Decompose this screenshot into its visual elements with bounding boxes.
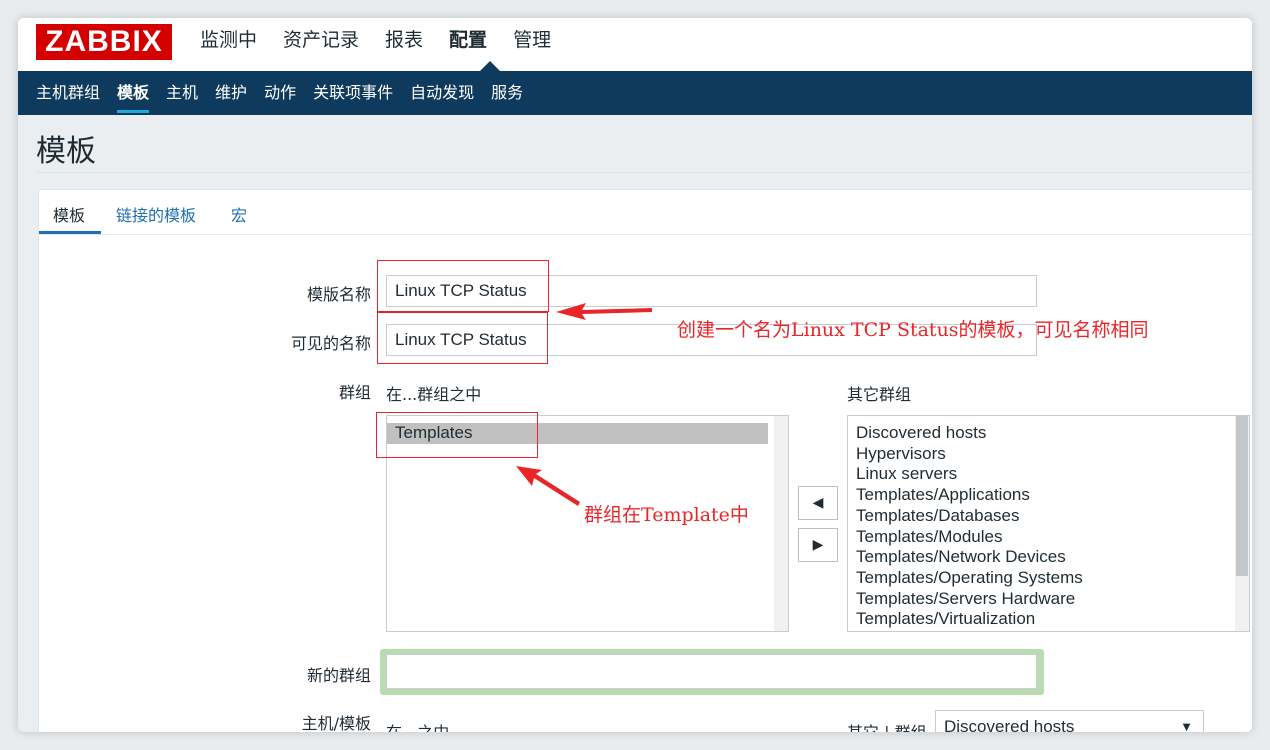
group-select[interactable]: Discovered hosts ▼	[935, 710, 1204, 732]
annotation-arrow-icon	[556, 303, 652, 320]
submenu-hosts[interactable]: 主机	[166, 71, 198, 115]
in-groups-label: 在...群组之中	[386, 385, 482, 404]
submenu-templates[interactable]: 模板	[117, 71, 150, 115]
tab-macros[interactable]: 宏	[231, 202, 247, 226]
new-group-input[interactable]	[386, 654, 1037, 689]
scrollbar-thumb[interactable]	[1236, 416, 1248, 576]
hosts-templates-label: 主机/模板	[301, 714, 371, 732]
submenu-services[interactable]: 服务	[491, 71, 523, 115]
list-item[interactable]: Templates/Virtualization	[848, 609, 1229, 630]
menu-inventory[interactable]: 资产记录	[283, 28, 359, 52]
main-menu: 监测中 资产记录 报表 配置 管理	[200, 28, 577, 52]
submenu-actions[interactable]: 动作	[264, 71, 296, 115]
visible-name-label: 可见的名称	[290, 334, 371, 353]
list-item[interactable]: Templates/Databases	[848, 506, 1229, 527]
active-tab-underline	[39, 231, 101, 234]
tab-templates[interactable]: 模板	[53, 202, 85, 226]
highlight-templates-group	[376, 412, 538, 458]
divider	[36, 172, 1252, 173]
groups-label: 群组	[338, 383, 371, 402]
active-menu-indicator	[480, 61, 500, 71]
in-label: 在...之中	[386, 719, 449, 732]
scrollbar[interactable]	[774, 416, 788, 631]
triangle-right-icon: ▶	[812, 537, 824, 553]
menu-configuration[interactable]: 配置	[449, 28, 487, 52]
submenu-host-groups[interactable]: 主机群组	[36, 71, 100, 115]
list-item[interactable]: Hypervisors	[848, 444, 1229, 465]
triangle-left-icon: ◀	[812, 495, 824, 511]
top-navigation: ZABBIX 监测中 资产记录 报表 配置 管理	[18, 18, 1252, 71]
other-group-label: 其它 | 群组	[847, 719, 927, 732]
group-annotation: 群组在Template中	[584, 504, 749, 526]
page-title: 模板	[36, 134, 96, 169]
highlight-visible-name	[377, 312, 548, 364]
menu-reports[interactable]: 报表	[385, 28, 423, 52]
zabbix-logo[interactable]: ZABBIX	[36, 24, 172, 60]
highlight-template-name	[377, 260, 549, 312]
submenu-maintenance[interactable]: 维护	[215, 71, 247, 115]
app-window: ZABBIX 监测中 资产记录 报表 配置 管理 主机群组 模板 主机 维护 动…	[18, 18, 1252, 732]
move-left-button[interactable]: ◀	[798, 486, 838, 520]
menu-monitoring[interactable]: 监测中	[200, 28, 257, 52]
list-item[interactable]: Templates/Network Devices	[848, 547, 1229, 568]
name-annotation: 创建一个名为Linux TCP Status的模板，可见名称相同	[677, 319, 1149, 341]
new-group-label: 新的群组	[306, 666, 371, 685]
scrollbar[interactable]	[1235, 416, 1249, 631]
move-right-button[interactable]: ▶	[798, 528, 838, 562]
template-form-panel: 模板 链接的模板 宏 模版名称 Linux TCP Status 可见的名称 L…	[38, 189, 1252, 732]
list-item[interactable]: Linux servers	[848, 464, 1229, 485]
list-item[interactable]: Discovered hosts	[848, 423, 1229, 444]
other-groups-listbox[interactable]: Discovered hosts Hypervisors Linux serve…	[847, 415, 1250, 632]
template-name-label: 模版名称	[306, 285, 371, 304]
group-select-value: Discovered hosts	[944, 717, 1075, 732]
sub-navigation: 主机群组 模板 主机 维护 动作 关联项事件 自动发现 服务	[18, 71, 1252, 115]
dropdown-arrow-icon: ▼	[1180, 719, 1193, 732]
tab-linked-templates[interactable]: 链接的模板	[116, 202, 196, 226]
list-item[interactable]: Templates/Servers Hardware	[848, 589, 1229, 610]
list-item[interactable]: Templates/Modules	[848, 527, 1229, 548]
submenu-correlation[interactable]: 关联项事件	[313, 71, 393, 115]
menu-administration[interactable]: 管理	[513, 28, 551, 52]
annotation-arrow-icon	[516, 466, 580, 506]
tab-bar: 模板 链接的模板 宏	[39, 190, 1252, 235]
other-groups-label: 其它群组	[847, 385, 912, 404]
submenu-discovery[interactable]: 自动发现	[410, 71, 474, 115]
list-item[interactable]: Templates/Operating Systems	[848, 568, 1229, 589]
list-item[interactable]: Templates/Applications	[848, 485, 1229, 506]
